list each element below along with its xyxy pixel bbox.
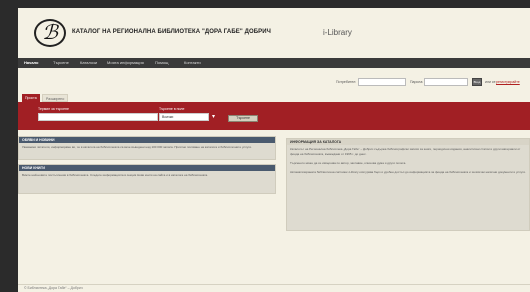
new-books-panel: НОВИ КНИГИ Вижте най-новите постъпления …	[18, 164, 276, 194]
search-field-select[interactable]: Всички	[159, 113, 209, 121]
catalog-info-panel: ИНФОРМАЦИЯ ЗА КАТАЛОГА Каталогът на Реги…	[286, 138, 530, 231]
login-bar: Потребител: Парола: Вход или се регистри…	[18, 78, 530, 88]
search-panel: Термин за търсене Търсене в поле Всички …	[18, 102, 530, 130]
register-link[interactable]: регистрирайте	[496, 80, 520, 84]
new-books-panel-text: Вижте най-новите постъпления в библиотек…	[22, 173, 209, 177]
brand-name: i-Library	[323, 28, 352, 37]
nav-item-home[interactable]: Начало	[24, 60, 39, 65]
library-logo[interactable]: ℬ	[34, 19, 66, 47]
username-input[interactable]	[358, 78, 406, 86]
search-button[interactable]: Търсене	[228, 115, 258, 122]
password-label: Парола:	[410, 80, 424, 84]
main-nav: Начало Търсене Каталози Моята информация…	[18, 58, 530, 68]
nav-item-search[interactable]: Търсене	[53, 60, 69, 65]
catalog-info-paragraph: Автоматизираната библиотечна система i-L…	[290, 170, 526, 174]
search-term-label: Термин за търсене	[38, 107, 69, 111]
password-input[interactable]	[424, 78, 468, 86]
nav-item-my-info[interactable]: Моята информация	[107, 60, 144, 65]
header: ℬ КАТАЛОГ НА РЕГИОНАЛНА БИБЛИОТЕКА "ДОРА…	[18, 8, 530, 54]
page: ℬ КАТАЛОГ НА РЕГИОНАЛНА БИБЛИОТЕКА "ДОРА…	[18, 8, 530, 292]
search-input[interactable]	[38, 113, 158, 121]
search-field-label: Търсене в поле	[159, 107, 185, 111]
tab-simple[interactable]: Проста	[22, 94, 40, 102]
footer-copyright: © Библиотека „Дора Габе“ – Добрич	[24, 286, 83, 290]
nav-item-contacts[interactable]: Контакти	[184, 60, 201, 65]
login-button[interactable]: Вход	[472, 78, 482, 86]
tab-advanced[interactable]: Разширено	[42, 94, 69, 102]
footer-divider	[18, 284, 530, 285]
library-title: КАТАЛОГ НА РЕГИОНАЛНА БИБЛИОТЕКА "ДОРА Г…	[72, 29, 271, 35]
catalog-info-paragraph: Търсенето може да се извършва по автор, …	[290, 161, 407, 165]
nav-item-catalogs[interactable]: Каталози	[80, 60, 97, 65]
nav-item-help[interactable]: Помощ	[155, 60, 168, 65]
chevron-down-icon[interactable]: ▾	[212, 113, 215, 120]
footer: © Библиотека „Дора Габе“ – Добрич	[18, 284, 530, 292]
news-panel: ОБЯВИ И НОВИНИ Уважаеми читатели, информ…	[18, 136, 276, 160]
username-label: Потребител:	[336, 80, 357, 84]
catalog-info-paragraph: Каталогът на Регионална библиотека „Дора…	[290, 147, 521, 156]
news-panel-text: Уважаеми читатели, информираме ви, че в …	[22, 145, 252, 149]
register-prefix: или се	[485, 80, 496, 84]
